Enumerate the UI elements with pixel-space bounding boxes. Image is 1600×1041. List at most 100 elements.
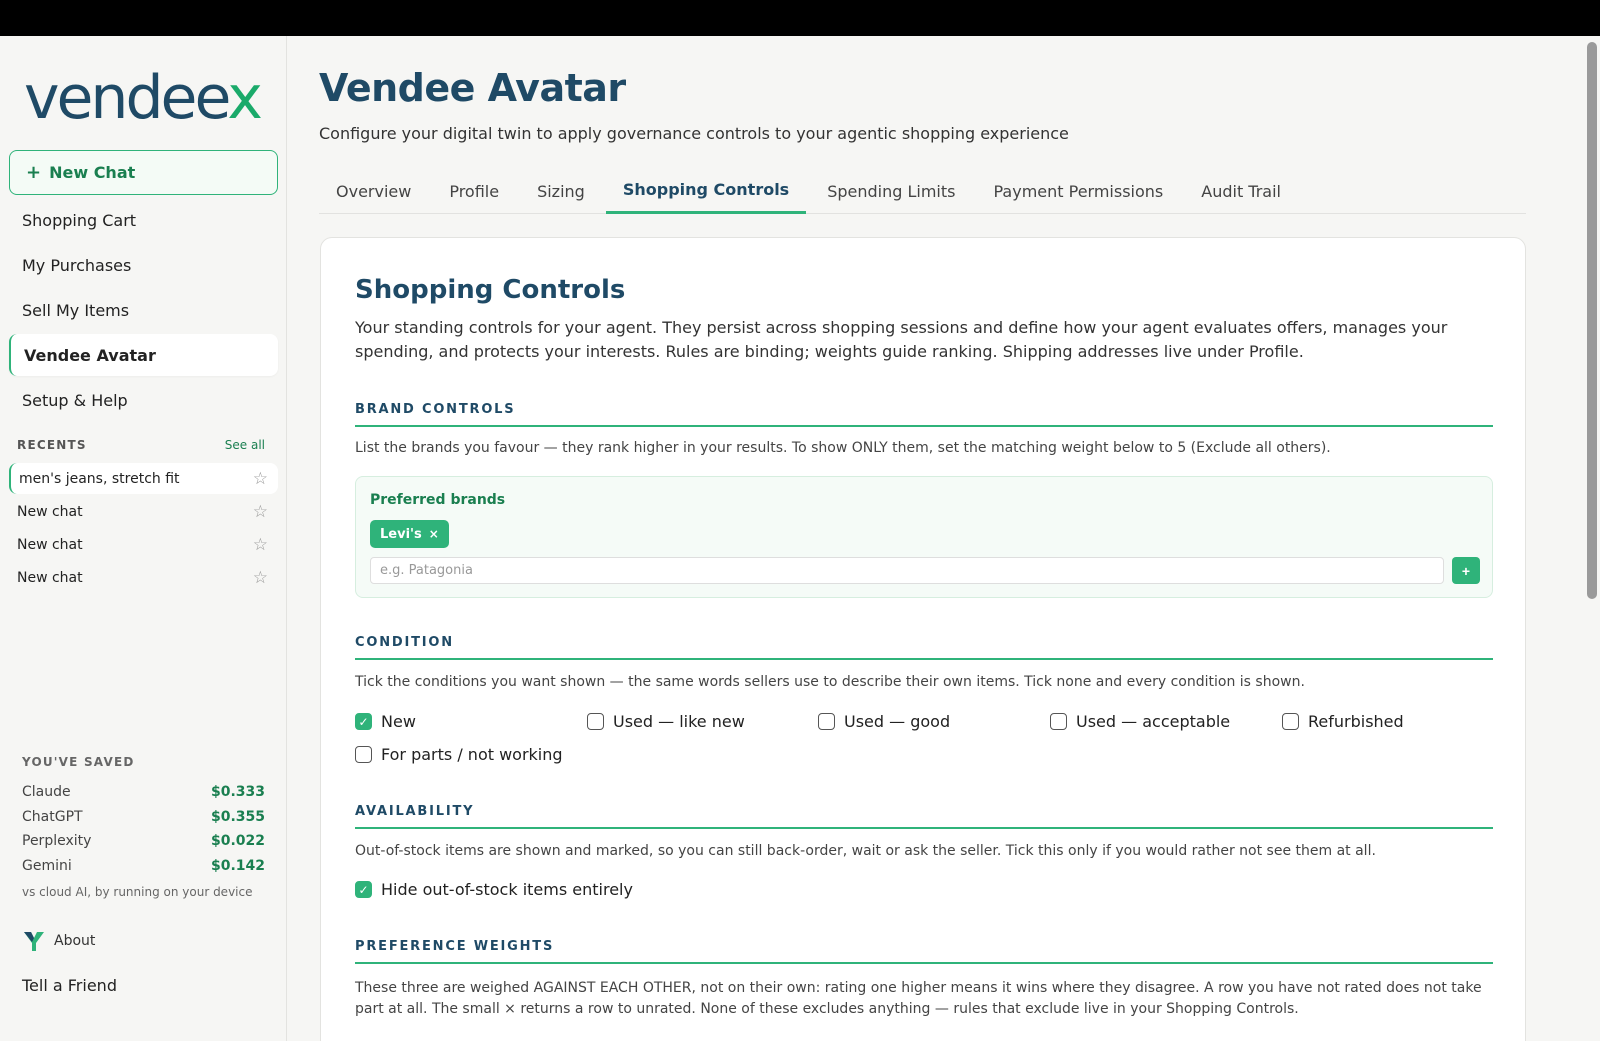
checkbox-label: New xyxy=(381,712,416,731)
tab-overview[interactable]: Overview xyxy=(319,168,428,214)
card-description: Your standing controls for your agent. T… xyxy=(355,318,1448,361)
about-label: About xyxy=(54,933,96,949)
brand-controls-note: List the brands you favour — they rank h… xyxy=(355,440,1331,456)
preferred-brands-box: Preferred brands Levi's × + xyxy=(355,476,1493,598)
checkbox-label: Hide out-of-stock items entirely xyxy=(381,880,633,899)
tab-audit-trail[interactable]: Audit Trail xyxy=(1184,168,1298,214)
plus-icon: + xyxy=(26,162,42,183)
app-window: vendeex + New Chat Shopping Cart My Purc… xyxy=(0,36,1600,1041)
savings-amount: $0.355 xyxy=(210,809,265,825)
hide-out-of-stock-checkbox[interactable]: Hide out-of-stock items entirely xyxy=(355,880,633,899)
sidebar-item-label: Setup & Help xyxy=(22,390,128,410)
recent-chat-item[interactable]: New chat ☆ xyxy=(9,529,278,560)
tab-spending-limits[interactable]: Spending Limits xyxy=(810,168,972,214)
recent-chat-item[interactable]: New chat ☆ xyxy=(9,496,278,527)
recent-chat-label: men's jeans, stretch fit xyxy=(19,470,180,487)
preference-weights-note: These three are weighed AGAINST EACH OTH… xyxy=(355,980,1482,1017)
condition-for-parts-checkbox[interactable]: For parts / not working xyxy=(355,745,563,764)
savings-title: YOU'VE SAVED xyxy=(22,755,135,769)
sidebar-item-label: Shopping Cart xyxy=(22,210,137,230)
checkbox-label: Used — like new xyxy=(613,712,745,731)
checkbox-label: Used — acceptable xyxy=(1076,712,1231,731)
sidebar-item-sell-my-items[interactable]: Sell My Items xyxy=(9,289,278,331)
checkbox-label: Used — good xyxy=(844,712,951,731)
see-all-link[interactable]: See all xyxy=(225,438,265,452)
star-icon[interactable]: ☆ xyxy=(253,502,268,522)
checkbox-icon xyxy=(355,746,372,763)
savings-provider: ChatGPT xyxy=(22,809,83,825)
checkbox-icon xyxy=(1282,713,1299,730)
shopping-controls-card: Shopping Controls Your standing controls… xyxy=(320,237,1526,1041)
recent-chat-item[interactable]: New chat ☆ xyxy=(9,562,278,593)
sidebar-item-shopping-cart[interactable]: Shopping Cart xyxy=(9,199,278,241)
vendeex-mark-icon xyxy=(24,932,44,951)
about-link[interactable]: About xyxy=(22,929,95,953)
savings-note: vs cloud AI, by running on your device xyxy=(22,885,253,899)
card-title: Shopping Controls xyxy=(355,275,626,305)
page-title: Vendee Avatar xyxy=(319,66,626,110)
recent-chat-item[interactable]: men's jeans, stretch fit ☆ xyxy=(9,463,278,494)
savings-row: ChatGPT $0.355 xyxy=(22,809,265,825)
recent-chat-label: New chat xyxy=(17,536,83,553)
tab-payment-permissions[interactable]: Payment Permissions xyxy=(976,168,1180,214)
sidebar-item-label: Sell My Items xyxy=(22,300,130,320)
star-icon[interactable]: ☆ xyxy=(253,469,268,489)
availability-heading: AVAILABILITY xyxy=(355,804,1493,829)
preferred-brands-label: Preferred brands xyxy=(370,492,506,508)
recents-title: RECENTS xyxy=(17,438,87,452)
brand-controls-heading: BRAND CONTROLS xyxy=(355,402,1493,427)
checkbox-label: For parts / not working xyxy=(381,745,563,764)
tell-a-friend-link[interactable]: Tell a Friend xyxy=(22,976,117,995)
brand-chip-label: Levi's xyxy=(380,526,422,542)
condition-note: Tick the conditions you want shown — the… xyxy=(355,674,1305,690)
main-content: Vendee Avatar Configure your digital twi… xyxy=(287,36,1600,1041)
savings-row: Perplexity $0.022 xyxy=(22,833,265,849)
savings-provider: Perplexity xyxy=(22,833,92,849)
top-bar xyxy=(0,0,1600,36)
checkbox-label: Refurbished xyxy=(1308,712,1404,731)
tab-shopping-controls[interactable]: Shopping Controls xyxy=(605,168,807,214)
logo-wordmark: vendeex xyxy=(24,63,263,133)
recent-chat-label: New chat xyxy=(17,503,83,520)
new-chat-label: New Chat xyxy=(49,163,136,182)
savings-provider: Claude xyxy=(22,784,71,800)
savings-row: Claude $0.333 xyxy=(22,784,265,800)
new-chat-button[interactable]: + New Chat xyxy=(9,150,278,195)
recents-header: RECENTS See all xyxy=(17,438,265,452)
sidebar-item-setup-help[interactable]: Setup & Help xyxy=(9,379,278,421)
condition-refurbished-checkbox[interactable]: Refurbished xyxy=(1282,712,1404,731)
avatar-tabs: Overview Profile Sizing Shopping Control… xyxy=(319,168,1526,214)
savings-amount: $0.333 xyxy=(210,784,265,800)
sidebar-item-my-purchases[interactable]: My Purchases xyxy=(9,244,278,286)
checkbox-checked-icon xyxy=(355,881,372,898)
vendeex-logo[interactable]: vendeex xyxy=(24,66,264,130)
remove-chip-icon[interactable]: × xyxy=(429,527,439,541)
savings-amount: $0.022 xyxy=(210,833,265,849)
condition-used-acceptable-checkbox[interactable]: Used — acceptable xyxy=(1050,712,1230,731)
recent-chat-label: New chat xyxy=(17,569,83,586)
checkbox-icon xyxy=(1050,713,1067,730)
condition-used-like-new-checkbox[interactable]: Used — like new xyxy=(587,712,745,731)
star-icon[interactable]: ☆ xyxy=(253,568,268,588)
sidebar: vendeex + New Chat Shopping Cart My Purc… xyxy=(0,36,287,1041)
availability-note: Out-of-stock items are shown and marked,… xyxy=(355,843,1376,859)
checkbox-icon xyxy=(818,713,835,730)
condition-new-checkbox[interactable]: New xyxy=(355,712,416,731)
star-icon[interactable]: ☆ xyxy=(253,535,268,555)
add-brand-button[interactable]: + xyxy=(1452,557,1480,584)
savings-amount: $0.142 xyxy=(210,858,265,874)
checkbox-checked-icon xyxy=(355,713,372,730)
savings-provider: Gemini xyxy=(22,858,72,874)
condition-used-good-checkbox[interactable]: Used — good xyxy=(818,712,950,731)
sidebar-item-label: Vendee Avatar xyxy=(24,345,156,365)
scrollbar-thumb[interactable] xyxy=(1587,42,1597,599)
savings-row: Gemini $0.142 xyxy=(22,858,265,874)
checkbox-icon xyxy=(587,713,604,730)
brand-input[interactable] xyxy=(370,557,1444,584)
sidebar-item-label: My Purchases xyxy=(22,255,132,275)
condition-heading: CONDITION xyxy=(355,635,1493,660)
sidebar-item-vendee-avatar[interactable]: Vendee Avatar xyxy=(9,334,278,376)
tab-profile[interactable]: Profile xyxy=(432,168,516,214)
tab-sizing[interactable]: Sizing xyxy=(520,168,602,214)
brand-chip[interactable]: Levi's × xyxy=(370,520,449,548)
